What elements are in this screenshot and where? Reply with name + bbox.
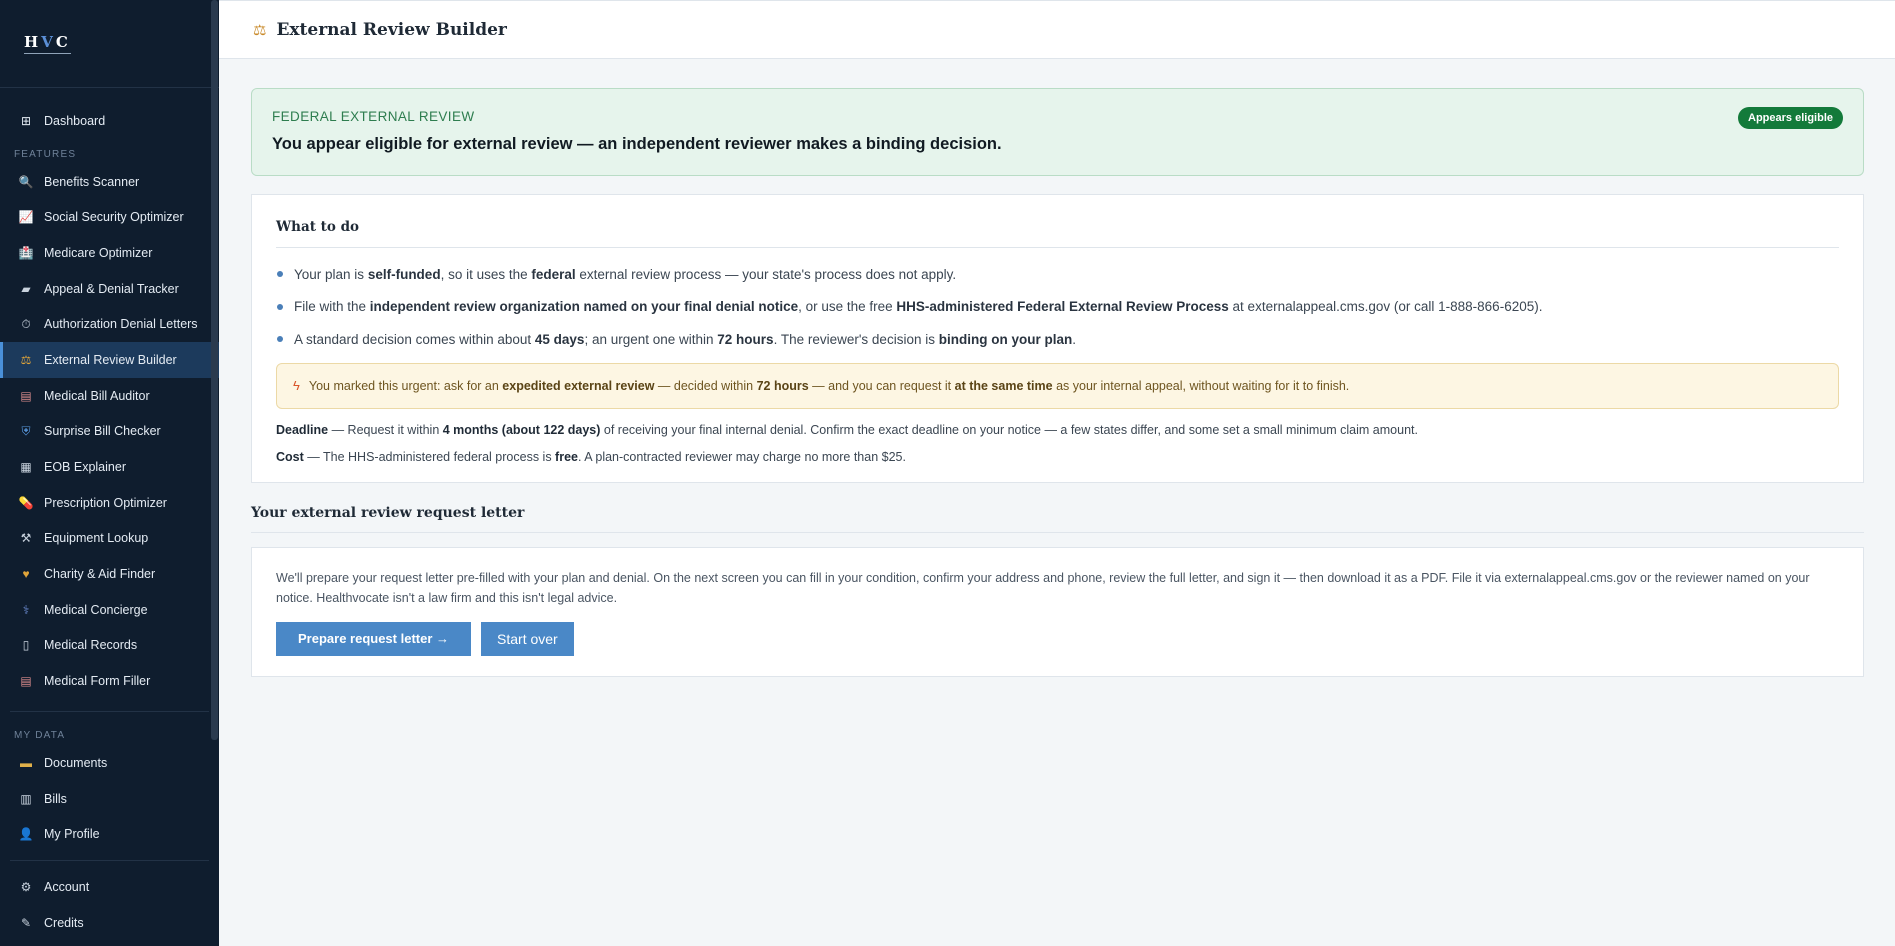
hospital-icon: 🏥: [18, 245, 34, 260]
sidebar-item-medicare-optimizer[interactable]: 🏥 Medicare Optimizer: [0, 235, 219, 271]
stethoscope-icon: ⚕: [22, 602, 30, 617]
sidebar-item-label: Social Security Optimizer: [44, 210, 184, 225]
sidebar-item-bills[interactable]: ▥ Bills: [0, 781, 219, 817]
sidebar-item-authorization-denial-letters[interactable]: ⏱ Authorization Denial Letters: [0, 306, 219, 342]
sidebar-item-medical-bill-auditor[interactable]: ▤ Medical Bill Auditor: [0, 378, 219, 414]
clipboard-icon: ▤: [20, 674, 32, 689]
deadline-text: Deadline — Request it within 4 months (a…: [276, 422, 1418, 437]
page-header: ⚖ External Review Builder: [219, 0, 1895, 59]
sidebar-item-label: Account: [44, 879, 90, 894]
sidebar-item-label: Benefits Scanner: [44, 174, 140, 189]
sidebar-item-prescription-optimizer[interactable]: 💊 Prescription Optimizer: [0, 485, 219, 521]
bullet-icon: [277, 336, 283, 343]
sidebar-item-label: External Review Builder: [44, 352, 177, 367]
sidebar-item-benefits-scanner[interactable]: 🔍 Benefits Scanner: [0, 164, 219, 200]
chart-icon: 📈: [18, 210, 34, 225]
sidebar-item-medical-form-filler[interactable]: ▤ Medical Form Filler: [0, 663, 219, 699]
instruction-list: Your plan is self-funded, so it uses the…: [276, 258, 1839, 356]
card-title: What to do: [276, 219, 1839, 248]
letter-actions: Prepare request letter → Start over: [276, 621, 1839, 656]
sidebar-item-label: Appeal & Denial Tracker: [44, 281, 179, 296]
document-icon: ▦: [20, 460, 32, 475]
letter-section-title: Your external review request letter: [251, 505, 1864, 533]
sidebar-scrollbar[interactable]: [211, 0, 218, 740]
sidebar-item-label: Medical Bill Auditor: [44, 388, 150, 403]
sidebar-item-label: Equipment Lookup: [44, 531, 149, 546]
sidebar-item-social-security-optimizer[interactable]: 📈 Social Security Optimizer: [0, 199, 219, 235]
stopwatch-icon: ⏱: [21, 317, 31, 332]
status-badge: Appears eligible: [1738, 107, 1843, 129]
eligibility-banner: FEDERAL EXTERNAL REVIEW You appear eligi…: [251, 88, 1864, 176]
sidebar-item-external-review-builder[interactable]: ⚖ External Review Builder: [0, 342, 219, 378]
sidebar-item-documents[interactable]: ▬ Documents: [0, 745, 219, 781]
sidebar-item-eob-explainer[interactable]: ▦ EOB Explainer: [0, 449, 219, 485]
sidebar-item-label: Credits: [44, 915, 84, 930]
bullet-icon: [277, 271, 283, 278]
gear-icon: ⚙: [20, 879, 32, 894]
section-label-my-data: MY DATA: [14, 730, 66, 741]
sidebar-item-label: Surprise Bill Checker: [44, 424, 161, 439]
scales-icon: ⚖: [20, 352, 32, 367]
letter-card: We'll prepare your request letter pre-fi…: [251, 546, 1864, 677]
tools-icon: ⚒: [20, 531, 32, 546]
page-title: External Review Builder: [276, 19, 507, 40]
scales-icon: ⚖: [253, 21, 267, 39]
receipt-icon: ▥: [20, 791, 32, 806]
sidebar-item-label: Bills: [44, 791, 67, 806]
what-to-do-card: What to do Your plan is self-funded, so …: [251, 194, 1864, 483]
prepare-letter-button[interactable]: Prepare request letter →: [276, 621, 472, 656]
sidebar-item-medical-concierge[interactable]: ⚕ Medical Concierge: [0, 592, 219, 628]
sidebar-item-label: Documents: [44, 755, 108, 770]
pill-icon: 💊: [18, 495, 34, 510]
lightning-icon: ϟ: [293, 378, 300, 393]
cost-text: Cost — The HHS-administered federal proc…: [276, 449, 906, 464]
person-icon: 👤: [18, 827, 34, 842]
sidebar-item-label: Medicare Optimizer: [44, 245, 153, 260]
folder-icon: ▰: [21, 281, 31, 296]
clipboard-icon: ▤: [20, 388, 32, 403]
main-content: FEDERAL EXTERNAL REVIEW You appear eligi…: [251, 88, 1864, 677]
ticket-icon: ✎: [20, 915, 32, 930]
sidebar-item-equipment-lookup[interactable]: ⚒ Equipment Lookup: [0, 521, 219, 557]
list-item: File with the independent review organiz…: [276, 291, 1839, 324]
section-label-features: FEATURES: [14, 148, 77, 160]
letter-description: We'll prepare your request letter pre-fi…: [276, 570, 1810, 605]
sidebar-item-surprise-bill-checker[interactable]: ⛨ Surprise Bill Checker: [0, 414, 219, 450]
sidebar-item-dashboard[interactable]: ⊞ Dashboard: [0, 103, 219, 139]
sidebar-item-label: Medical Records: [44, 638, 138, 653]
sidebar-item-medical-records[interactable]: ▯ Medical Records: [0, 628, 219, 664]
banner-label: FEDERAL EXTERNAL REVIEW: [272, 109, 475, 124]
start-over-button[interactable]: Start over: [481, 621, 574, 656]
list-item: A standard decision comes within about 4…: [276, 323, 1839, 356]
sidebar-item-credits[interactable]: ✎ Credits: [0, 905, 219, 941]
banner-headline: You appear eligible for external review …: [272, 135, 1002, 153]
sidebar-item-appeal-denial-tracker[interactable]: ▰ Appeal & Denial Tracker: [0, 271, 219, 307]
sidebar-item-label: My Profile: [44, 827, 100, 842]
magnifier-icon: 🔍: [18, 174, 34, 189]
sidebar-item-account[interactable]: ⚙ Account: [0, 869, 219, 905]
grid-icon: ⊞: [20, 113, 32, 128]
sidebar-item-charity-aid-finder[interactable]: ♥ Charity & Aid Finder: [0, 556, 219, 592]
sidebar-item-label: Authorization Denial Letters: [44, 317, 198, 332]
sidebar-item-label: EOB Explainer: [44, 460, 126, 475]
sidebar-item-label: Charity & Aid Finder: [44, 567, 156, 582]
list-item: Your plan is self-funded, so it uses the…: [276, 258, 1839, 291]
heart-icon: ♥: [22, 567, 30, 582]
bullet-icon: [277, 303, 283, 310]
brand-logo[interactable]: HVC: [0, 0, 219, 88]
sidebar: HVC ⊞ Dashboard FEATURES 🔍 Benefits Scan…: [0, 0, 219, 946]
sidebar-item-label: Dashboard: [44, 113, 106, 128]
folder-icon: ▬: [20, 755, 32, 770]
sidebar-item-label: Medical Form Filler: [44, 674, 151, 689]
urgent-notice: ϟ You marked this urgent: ask for an exp…: [276, 362, 1839, 409]
shield-icon: ⛨: [21, 424, 31, 439]
sidebar-item-label: Prescription Optimizer: [44, 495, 167, 510]
sidebar-item-label: Medical Concierge: [44, 602, 148, 617]
sidebar-item-my-profile[interactable]: 👤 My Profile: [0, 816, 219, 852]
page-icon: ▯: [22, 638, 30, 653]
